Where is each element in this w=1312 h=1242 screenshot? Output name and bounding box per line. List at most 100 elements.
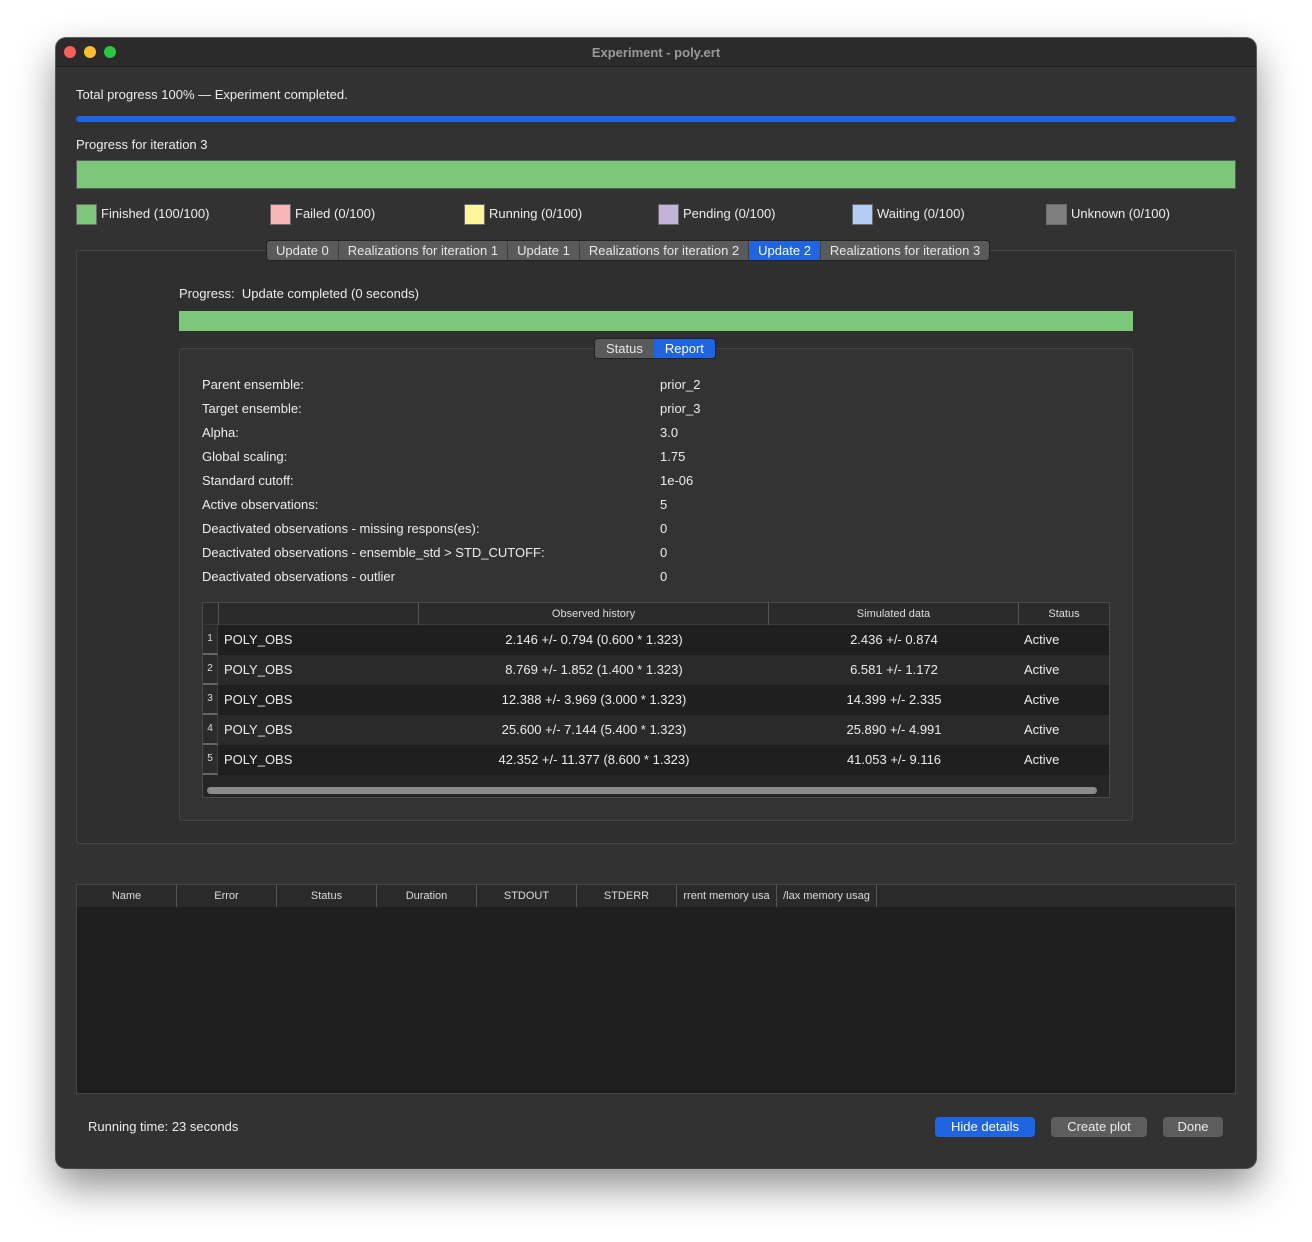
observations-table-header: Observed history Simulated data Status: [203, 603, 1109, 625]
obs-simulated: 14.399 +/- 2.335: [846, 692, 942, 707]
legend-swatch: [1046, 204, 1067, 225]
table-row[interactable]: 5 POLY_OBS 42.352 +/- 11.377 (8.600 * 1.…: [203, 745, 1109, 775]
window-title: Experiment - poly.ert: [591, 45, 721, 60]
table-row[interactable]: 2 POLY_OBS 8.769 +/- 1.852 (1.400 * 1.32…: [203, 655, 1109, 685]
legend-swatch: [76, 204, 97, 225]
column-header-current-memory[interactable]: rrent memory usa: [677, 885, 777, 907]
report-row: Deactivated observations - missing respo…: [202, 521, 1002, 541]
report-value: 3.0: [660, 425, 679, 440]
tab-realizations-iteration-3[interactable]: Realizations for iteration 3: [820, 241, 990, 260]
title-bar: Experiment - poly.ert: [56, 38, 1256, 67]
report-key: Alpha:: [202, 425, 239, 440]
obs-simulated: 41.053 +/- 9.116: [846, 752, 942, 767]
tab-realizations-iteration-2[interactable]: Realizations for iteration 2: [579, 241, 750, 260]
report-key: Target ensemble:: [202, 401, 302, 416]
report-row: Deactivated observations - outlier 0: [202, 569, 1002, 589]
legend-label: Finished (100/100): [101, 206, 210, 221]
report-row: Active observations: 5: [202, 497, 1002, 517]
obs-observed: 12.388 +/- 3.969 (3.000 * 1.323): [501, 692, 687, 707]
total-progress-label: Total progress 100% — Experiment complet…: [76, 87, 348, 102]
obs-observed: 8.769 +/- 1.852 (1.400 * 1.323): [505, 662, 683, 677]
report-value: 1.75: [660, 449, 686, 464]
report-key: Deactivated observations - missing respo…: [202, 521, 480, 536]
tab-report[interactable]: Report: [653, 339, 715, 358]
update-subtabs: Status Report: [594, 338, 716, 359]
report-key: Parent ensemble:: [202, 377, 304, 392]
column-header-status[interactable]: Status: [1019, 603, 1109, 625]
obs-name: POLY_OBS: [224, 692, 293, 707]
obs-name: POLY_OBS: [224, 662, 293, 677]
horizontal-scrollbar[interactable]: [207, 787, 1097, 794]
obs-simulated: 2.436 +/- 0.874: [850, 632, 938, 647]
update-progress-caption: Progress:: [179, 286, 235, 301]
obs-observed: 25.600 +/- 7.144 (5.400 * 1.323): [501, 722, 687, 737]
report-value: 0: [660, 545, 668, 560]
update-progress-status: Update completed (0 seconds): [241, 286, 419, 301]
row-number: 5: [203, 745, 218, 775]
legend-label: Running (0/100): [489, 206, 583, 221]
report-value: 1e-06: [660, 473, 694, 488]
obs-status: Active: [1024, 632, 1060, 647]
tab-update-1[interactable]: Update 1: [508, 241, 580, 260]
table-row[interactable]: 1 POLY_OBS 2.146 +/- 0.794 (0.600 * 1.32…: [203, 625, 1109, 655]
obs-name: POLY_OBS: [224, 722, 293, 737]
row-number: 3: [203, 685, 218, 715]
total-progress-fill: [76, 116, 1236, 122]
report-value: 0: [660, 521, 668, 536]
report-key: Global scaling:: [202, 449, 288, 464]
column-header-stderr[interactable]: STDERR: [577, 885, 677, 907]
report-row: Alpha: 3.0: [202, 425, 1002, 445]
obs-simulated: 25.890 +/- 4.991: [846, 722, 942, 737]
report-row: Deactivated observations - ensemble_std …: [202, 545, 1002, 565]
table-row[interactable]: 4 POLY_OBS 25.600 +/- 7.144 (5.400 * 1.3…: [203, 715, 1109, 745]
jobs-table-header: Name Error Status Duration STDOUT STDERR…: [77, 885, 1235, 907]
row-number: 1: [203, 625, 218, 655]
column-header-status[interactable]: Status: [277, 885, 377, 907]
column-header-observed[interactable]: Observed history: [419, 603, 769, 625]
column-header-max-memory[interactable]: /lax memory usag: [777, 885, 877, 907]
report-row: Parent ensemble: prior_2: [202, 377, 1002, 397]
obs-status: Active: [1024, 722, 1060, 737]
tab-realizations-iteration-1[interactable]: Realizations for iteration 1: [338, 241, 509, 260]
tab-update-2[interactable]: Update 2: [749, 241, 821, 260]
tab-update-0[interactable]: Update 0: [267, 241, 339, 260]
column-header-name[interactable]: Name: [77, 885, 177, 907]
report-key: Deactivated observations - outlier: [202, 569, 395, 584]
legend-swatch: [464, 204, 485, 225]
report-key: Standard cutoff:: [202, 473, 294, 488]
iteration-tabs: Update 0 Realizations for iteration 1 Up…: [266, 240, 991, 261]
update-progress-label: Progress: Update completed (0 seconds): [179, 286, 419, 301]
report-value: 5: [660, 497, 668, 512]
report-row: Standard cutoff: 1e-06: [202, 473, 1002, 493]
legend-swatch: [852, 204, 873, 225]
table-row[interactable]: 3 POLY_OBS 12.388 +/- 3.969 (3.000 * 1.3…: [203, 685, 1109, 715]
tab-status[interactable]: Status: [595, 339, 654, 358]
column-header-simulated[interactable]: Simulated data: [769, 603, 1019, 625]
legend-swatch: [270, 204, 291, 225]
report-key: Active observations:: [202, 497, 319, 512]
column-header-error[interactable]: Error: [177, 885, 277, 907]
report-value: prior_3: [660, 401, 701, 416]
obs-observed: 2.146 +/- 0.794 (0.600 * 1.323): [505, 632, 683, 647]
report-value: 0: [660, 569, 668, 584]
observations-table: Observed history Simulated data Status 1…: [202, 602, 1110, 798]
report-value: prior_2: [660, 377, 701, 392]
row-number: 4: [203, 715, 218, 745]
obs-name: POLY_OBS: [224, 632, 293, 647]
obs-simulated: 6.581 +/- 1.172: [850, 662, 938, 677]
obs-status: Active: [1024, 662, 1060, 677]
experiment-window: Experiment - poly.ert Total progress 100…: [56, 38, 1256, 1168]
report-row: Global scaling: 1.75: [202, 449, 1002, 469]
legend-label: Waiting (0/100): [877, 206, 965, 221]
hide-details-button[interactable]: Hide details: [935, 1117, 1035, 1137]
column-header-duration[interactable]: Duration: [377, 885, 477, 907]
legend-swatch: [658, 204, 679, 225]
legend-label: Pending (0/100): [683, 206, 776, 221]
update-progress-bar: [179, 311, 1133, 331]
report-row: Target ensemble: prior_3: [202, 401, 1002, 421]
done-button[interactable]: Done: [1163, 1117, 1223, 1137]
column-header-name[interactable]: [219, 603, 419, 625]
column-header-stdout[interactable]: STDOUT: [477, 885, 577, 907]
create-plot-button[interactable]: Create plot: [1051, 1117, 1147, 1137]
jobs-table: Name Error Status Duration STDOUT STDERR…: [76, 884, 1236, 1094]
